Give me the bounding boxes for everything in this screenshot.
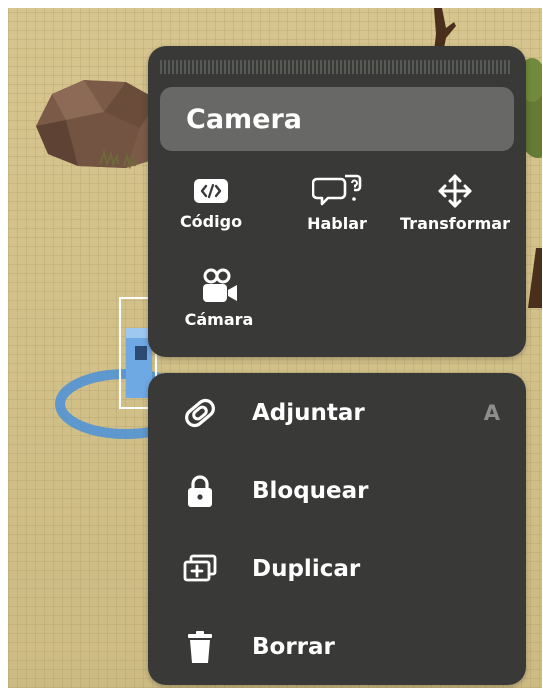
trash-icon bbox=[188, 631, 212, 663]
lock-label: Bloquear bbox=[252, 478, 369, 504]
tool-transform-label: Transformar bbox=[400, 214, 510, 233]
code-icon bbox=[194, 179, 228, 203]
attach-shortcut: A bbox=[483, 401, 500, 425]
duplicate-menu-item[interactable]: Duplicar bbox=[148, 539, 526, 599]
delete-menu-item[interactable]: Borrar bbox=[148, 617, 526, 677]
lock-icon bbox=[188, 475, 212, 507]
attach-label: Adjuntar bbox=[252, 400, 365, 426]
object-title-bar: Camera bbox=[160, 87, 514, 151]
lock-menu-item[interactable]: Bloquear bbox=[148, 461, 526, 521]
attach-menu-item[interactable]: Adjuntar A bbox=[148, 383, 526, 443]
attach-icon bbox=[185, 398, 215, 428]
tool-code-label: Código bbox=[179, 212, 243, 231]
move-arrows-icon bbox=[438, 174, 472, 208]
delete-label: Borrar bbox=[252, 634, 335, 660]
tool-camera-label: Cámara bbox=[184, 310, 254, 329]
tool-speak-label: Hablar bbox=[307, 214, 367, 233]
3d-viewport[interactable]: Camera Código Hablar Transformar Cámara … bbox=[8, 8, 542, 688]
duplicate-label: Duplicar bbox=[252, 556, 361, 582]
video-camera-icon bbox=[203, 268, 237, 302]
actions-menu-panel: Adjuntar A Bloquear Duplicar Borrar bbox=[148, 373, 526, 685]
tool-code-button[interactable]: Código bbox=[156, 176, 266, 231]
tool-transform-button[interactable]: Transformar bbox=[400, 174, 510, 233]
object-title: Camera bbox=[186, 103, 303, 135]
speech-bubble-icon bbox=[312, 174, 362, 206]
duplicate-icon bbox=[183, 554, 217, 582]
tool-camera-button[interactable]: Cámara bbox=[164, 268, 274, 329]
tool-speak-button[interactable]: Hablar bbox=[282, 174, 392, 233]
object-menu-panel: Camera Código Hablar Transformar Cámara bbox=[148, 46, 526, 357]
drag-handle[interactable] bbox=[160, 60, 512, 74]
